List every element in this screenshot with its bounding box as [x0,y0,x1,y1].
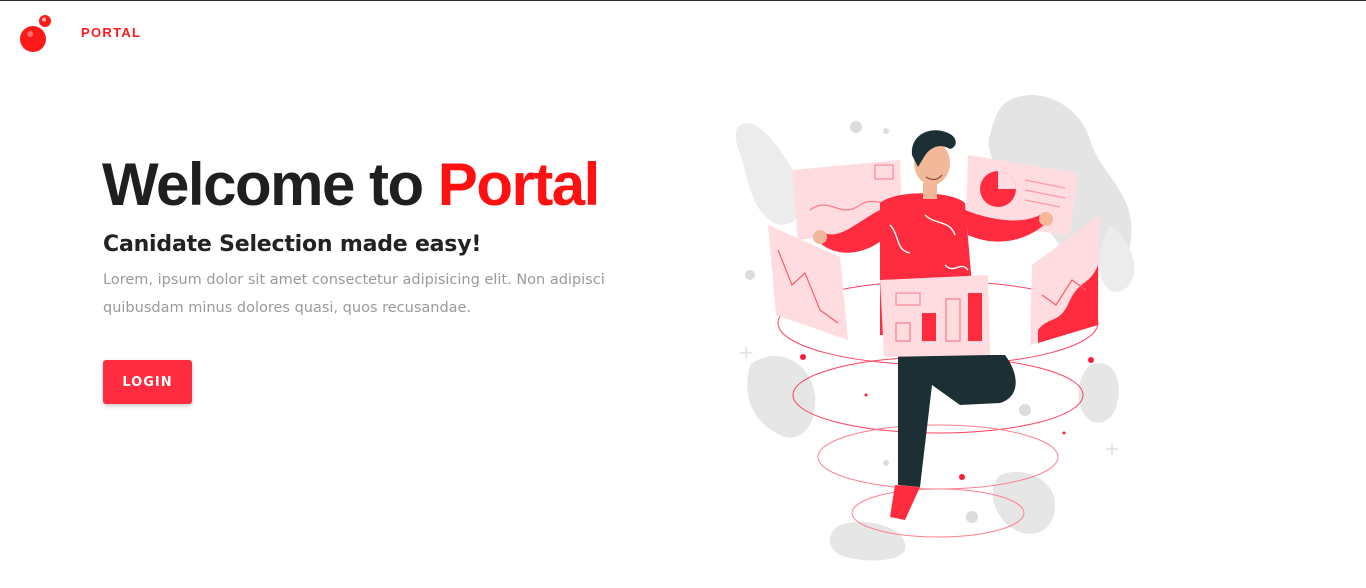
title-accent: Portal [437,151,601,218]
hero-subtitle: Canidate Selection made easy! [103,232,482,257]
brand-name[interactable]: PORTAL [81,25,141,40]
navbar: PORTAL [0,1,1366,65]
page-title: Welcome to Portal [102,150,601,219]
title-prefix: Welcome to [102,151,438,218]
logo-icon[interactable] [18,13,54,53]
hero-description: Lorem, ipsum dolor sit amet consectetur … [103,272,605,316]
login-button[interactable]: LOGIN [103,360,192,404]
analytics-person-illustration [735,94,1135,561]
